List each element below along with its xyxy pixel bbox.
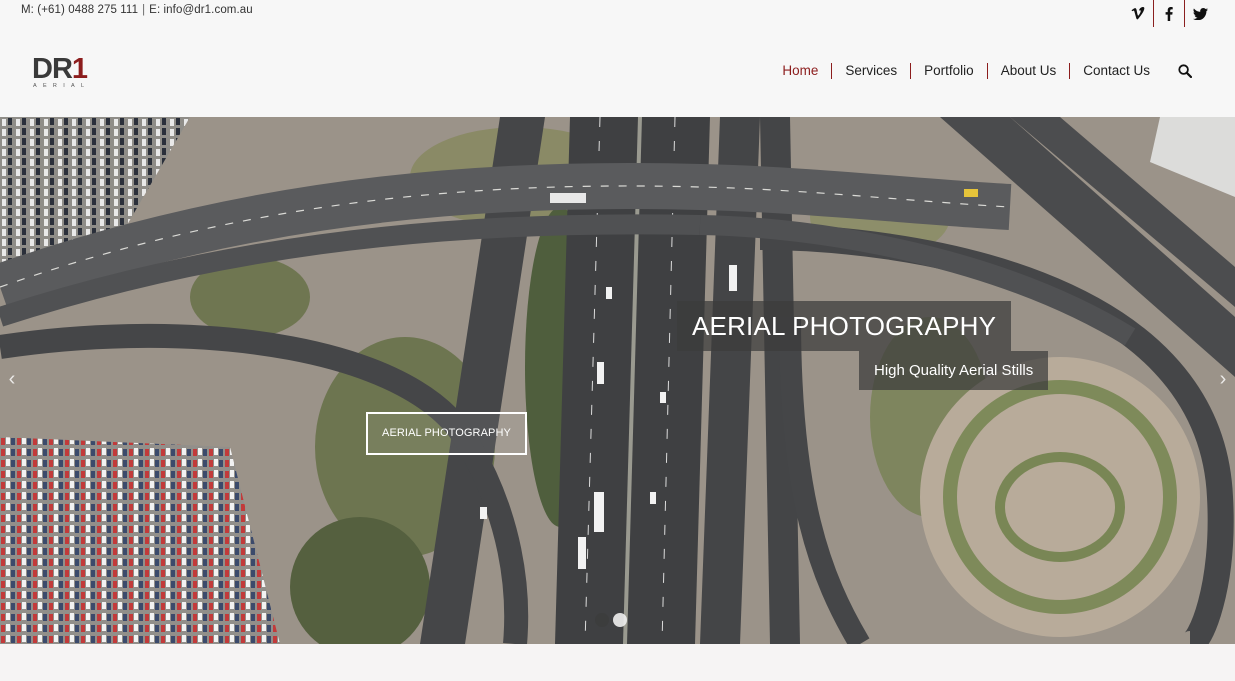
nav-item-contact-us[interactable]: Contact Us <box>1070 63 1163 79</box>
twitter-icon[interactable] <box>1185 0 1215 27</box>
email-address[interactable]: E: info@dr1.com.au <box>149 4 253 16</box>
phone-number[interactable]: M: (+61) 0488 275 111 <box>21 4 138 16</box>
nav-item-services[interactable]: Services <box>832 63 910 79</box>
slide-cta-button[interactable]: AERIAL PHOTOGRAPHY <box>366 412 527 455</box>
logo-wordmark: DR1 <box>32 53 88 85</box>
facebook-icon[interactable] <box>1154 0 1184 27</box>
social-links <box>1123 0 1215 27</box>
nav-item-home[interactable]: Home <box>769 63 831 79</box>
nav-item-about-us[interactable]: About Us <box>988 63 1070 79</box>
slider-pagination <box>595 613 627 627</box>
slider-dot-1[interactable] <box>595 613 609 627</box>
logo-subtitle: AERIAL <box>33 83 91 89</box>
slide-subtitle: High Quality Aerial Stills <box>859 351 1049 390</box>
aerial-highway-photo <box>0 117 1235 644</box>
content-area <box>0 644 1235 681</box>
brand-logo[interactable]: DR1 AERIAL <box>32 53 98 92</box>
slider-next-arrow-icon[interactable]: › <box>1215 362 1231 396</box>
top-bar: M: (+61) 0488 275 111 | E: info@dr1.com.au <box>0 0 1235 30</box>
slider-dot-2[interactable] <box>613 613 627 627</box>
hero-slider[interactable]: AERIAL PHOTOGRAPHY High Quality Aerial S… <box>0 117 1235 644</box>
contact-separator: | <box>142 4 146 16</box>
slider-prev-arrow-icon[interactable]: ‹ <box>4 362 20 396</box>
search-icon[interactable] <box>1177 63 1193 79</box>
vimeo-icon[interactable] <box>1123 0 1153 27</box>
main-header: DR1 AERIAL Home Services Portfolio About… <box>0 30 1235 117</box>
main-navigation: Home Services Portfolio About Us Contact… <box>769 63 1193 79</box>
nav-item-portfolio[interactable]: Portfolio <box>911 63 987 79</box>
contact-info: M: (+61) 0488 275 111 | E: info@dr1.com.au <box>21 4 253 16</box>
slide-title: AERIAL PHOTOGRAPHY <box>677 301 1012 351</box>
